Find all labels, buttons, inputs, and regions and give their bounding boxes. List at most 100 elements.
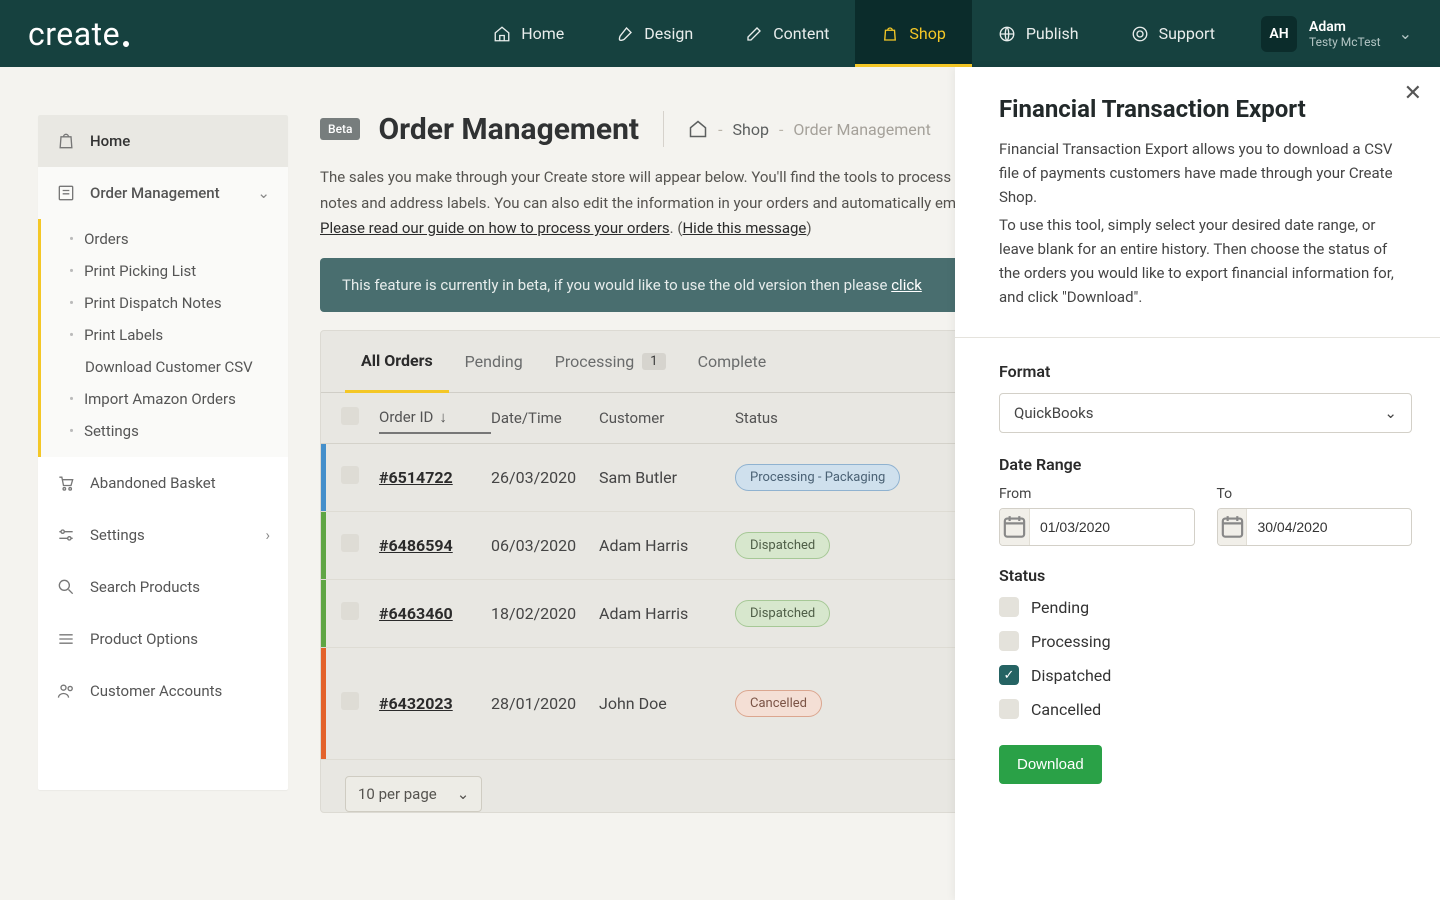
user-meta: Adam Testy McTest	[1309, 19, 1381, 49]
order-link[interactable]: #6486594	[379, 536, 453, 555]
nav-shop[interactable]: Shop	[855, 0, 971, 67]
sub-settings[interactable]: Settings	[41, 415, 288, 447]
cell-customer: Sam Butler	[599, 468, 735, 487]
bc-sep: -	[718, 120, 722, 139]
to-field[interactable]	[1247, 510, 1411, 544]
page-size-select[interactable]: 10 per page⌄	[345, 776, 482, 812]
calendar-icon	[1218, 509, 1248, 545]
breadcrumb: - Shop - Order Management	[688, 119, 931, 139]
from-input[interactable]	[999, 508, 1195, 546]
hide-link[interactable]: Hide this message	[682, 219, 806, 237]
brand-logo[interactable]: create	[28, 15, 129, 53]
cell-order: #6432023	[379, 694, 491, 713]
cell-customer: John Doe	[599, 694, 735, 713]
sub-csv[interactable]: Download Customer CSV	[41, 351, 288, 383]
sidebar-search[interactable]: Search Products	[38, 561, 288, 613]
sidebar-item-order-management[interactable]: Order Management ⌄	[38, 167, 288, 219]
cell-date: 06/03/2020	[491, 536, 599, 555]
sidebar-options[interactable]: Product Options	[38, 613, 288, 665]
sidebar-custacc[interactable]: Customer Accounts	[38, 665, 288, 717]
sidebar-submenu: Orders Print Picking List Print Dispatch…	[38, 219, 288, 457]
bag-icon	[881, 25, 899, 43]
check-processing[interactable]: Processing	[999, 631, 1412, 651]
status-list: Pending Processing ✓Dispatched Cancelled	[999, 597, 1412, 719]
th-cust[interactable]: Customer	[599, 409, 735, 427]
bc-sep: -	[779, 120, 783, 139]
guide-link[interactable]: Please read our guide on how to process …	[320, 219, 670, 237]
cell-customer: Adam Harris	[599, 604, 735, 623]
nav-design[interactable]: Design	[590, 0, 719, 67]
tab-all[interactable]: All Orders	[345, 331, 449, 393]
beta-banner-link[interactable]: click	[891, 276, 922, 294]
sub-dispatch[interactable]: Print Dispatch Notes	[41, 287, 288, 319]
format-label: Format	[999, 362, 1412, 381]
user-menu[interactable]: AH Adam Testy McTest ⌄	[1261, 0, 1412, 67]
row-checkbox[interactable]	[341, 466, 379, 488]
user-name: Adam	[1309, 19, 1381, 35]
nav-support[interactable]: Support	[1105, 0, 1241, 67]
daterange-label: Date Range	[999, 455, 1412, 474]
nav-design-label: Design	[644, 24, 693, 43]
sidebar-home-label: Home	[90, 132, 130, 150]
nav-content[interactable]: Content	[719, 0, 855, 67]
drawer-title: Financial Transaction Export	[999, 95, 1412, 123]
cell-order: #6463460	[379, 604, 491, 623]
status-badge: Cancelled	[735, 690, 822, 717]
sidebar-custacc-label: Customer Accounts	[90, 682, 222, 700]
checkbox-icon	[341, 534, 359, 552]
beta-banner-text: This feature is currently in beta, if yo…	[342, 276, 891, 294]
th-dt[interactable]: Date/Time	[491, 409, 599, 427]
nav-shop-label: Shop	[909, 24, 945, 43]
row-checkbox[interactable]	[341, 602, 379, 624]
sub-labels[interactable]: Print Labels	[41, 319, 288, 351]
from-field[interactable]	[1030, 510, 1194, 544]
bag-outline-icon	[56, 131, 76, 151]
sliders-icon	[56, 525, 76, 545]
row-checkbox[interactable]	[341, 534, 379, 556]
tab-complete[interactable]: Complete	[682, 332, 783, 391]
sidebar-abandoned[interactable]: Abandoned Basket	[38, 457, 288, 509]
to-input[interactable]	[1217, 508, 1413, 546]
export-drawer: ✕ Financial Transaction Export Financial…	[955, 67, 1440, 900]
sidebar-options-label: Product Options	[90, 630, 198, 648]
nav-publish[interactable]: Publish	[972, 0, 1105, 67]
close-icon[interactable]: ✕	[1404, 81, 1422, 106]
order-link[interactable]: #6463460	[379, 604, 453, 623]
sub-orders[interactable]: Orders	[41, 223, 288, 255]
order-link[interactable]: #6432023	[379, 694, 453, 713]
check-pending[interactable]: Pending	[999, 597, 1412, 617]
home-icon[interactable]	[688, 119, 708, 139]
nav-content-label: Content	[773, 24, 829, 43]
user-sub: Testy McTest	[1309, 35, 1381, 49]
sidebar-settings[interactable]: Settings ›	[38, 509, 288, 561]
bc-shop[interactable]: Shop	[733, 120, 769, 139]
search-icon	[56, 577, 76, 597]
brush-icon	[616, 25, 634, 43]
check-cancelled[interactable]: Cancelled	[999, 699, 1412, 719]
orders-icon	[56, 183, 76, 203]
format-select[interactable]: QuickBooks ⌄	[999, 393, 1412, 433]
check-dispatched[interactable]: ✓Dispatched	[999, 665, 1412, 685]
order-link[interactable]: #6514722	[379, 468, 453, 487]
date-range: From To	[999, 486, 1412, 546]
download-button[interactable]: Download	[999, 745, 1102, 784]
globe-icon	[998, 25, 1016, 43]
cell-order: #6514722	[379, 468, 491, 487]
nav-publish-label: Publish	[1026, 24, 1079, 43]
chevron-down-icon: ⌄	[457, 785, 470, 803]
tab-processing[interactable]: Processing1	[539, 332, 682, 391]
sub-amazon[interactable]: Import Amazon Orders	[41, 383, 288, 415]
format-value: QuickBooks	[1014, 404, 1094, 422]
th-order[interactable]: Order ID↓	[379, 408, 491, 434]
checkbox-icon	[999, 597, 1019, 617]
sub-picking[interactable]: Print Picking List	[41, 255, 288, 287]
tab-pending[interactable]: Pending	[449, 332, 539, 391]
avatar: AH	[1261, 16, 1297, 52]
checkbox-icon	[341, 692, 359, 710]
sidebar-home[interactable]: Home	[38, 115, 288, 167]
nav-support-label: Support	[1159, 24, 1215, 43]
th-checkbox[interactable]	[341, 407, 379, 429]
row-bar	[321, 580, 326, 647]
nav-home[interactable]: Home	[467, 0, 590, 67]
row-checkbox[interactable]	[341, 692, 379, 714]
